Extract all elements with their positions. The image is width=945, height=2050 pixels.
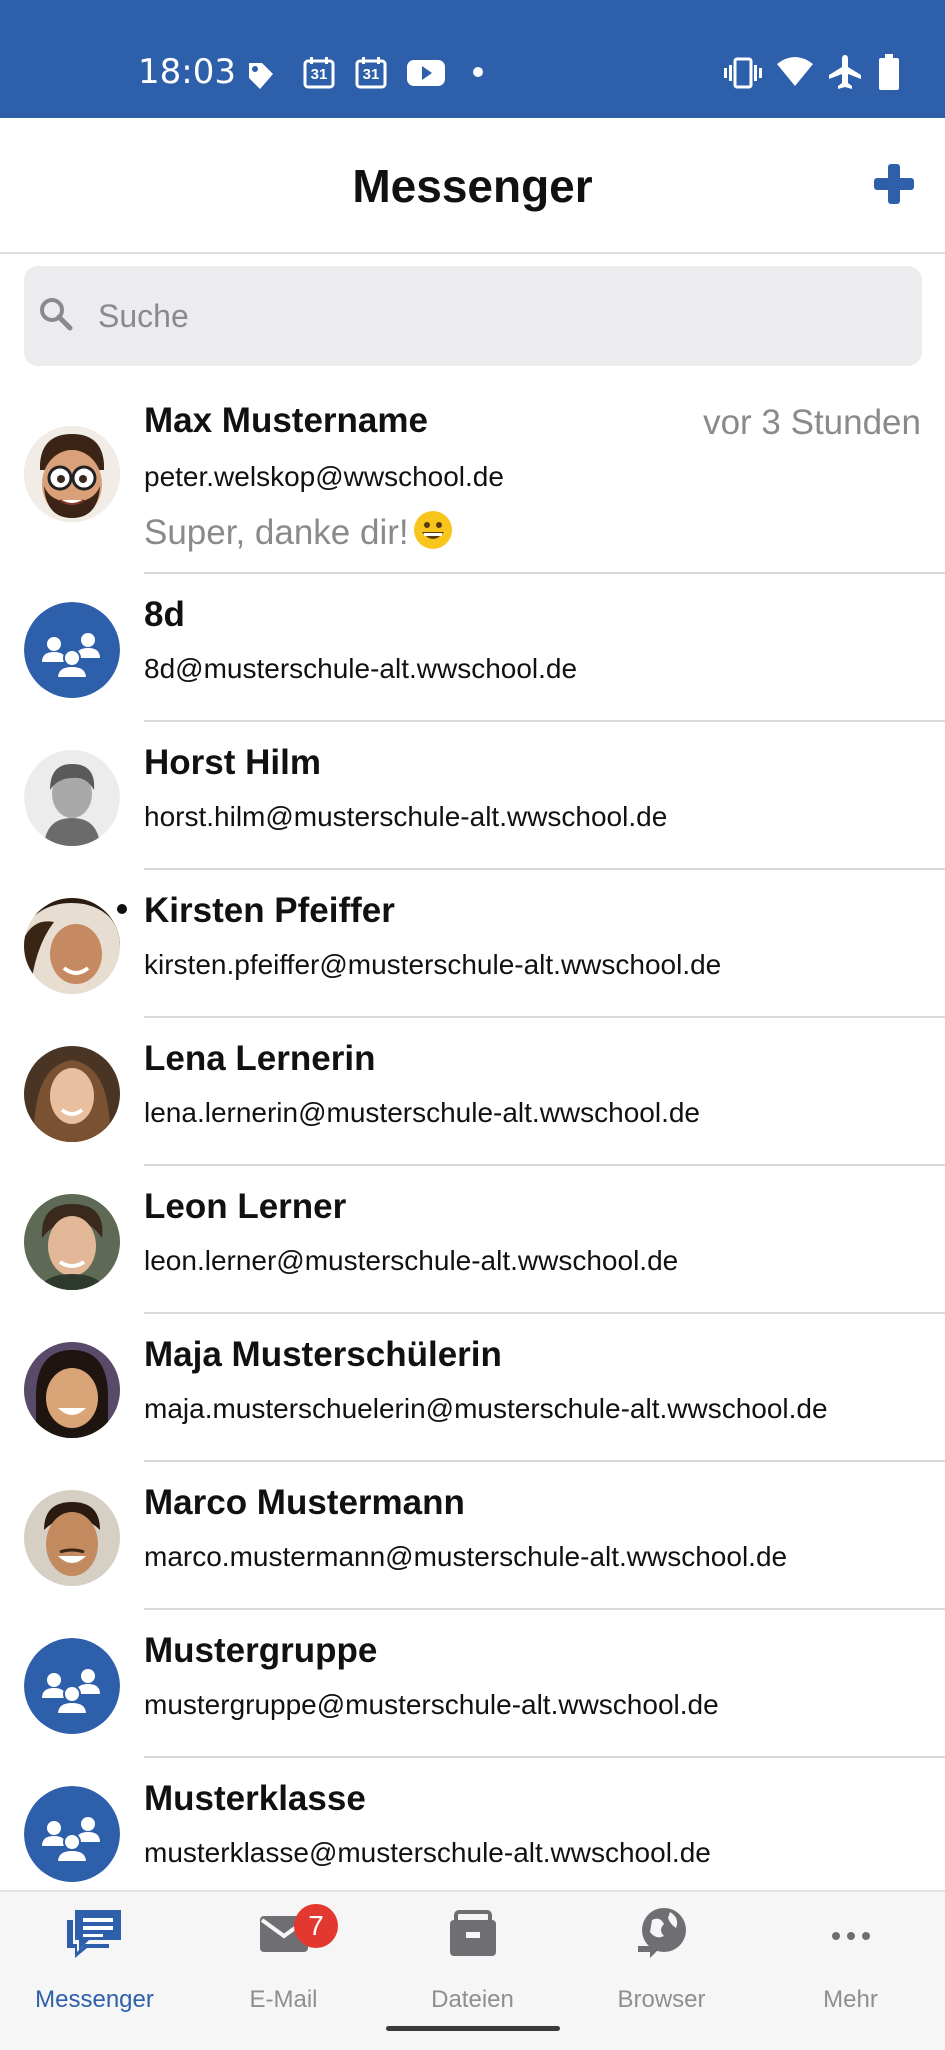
contact-name: Horst Hilm [144,743,321,782]
app-header: Messenger [0,118,945,254]
contact-email: maja.musterschuelerin@musterschule-alt.w… [144,1393,828,1424]
briefcase-icon [449,1910,496,1956]
tag-icon [249,63,273,89]
calendar-day-1: 31 [310,66,328,83]
tab-browser[interactable]: Browser [567,1892,756,2013]
contact-name: Kirsten Pfeiffer [144,891,395,930]
contact-name: Max Mustername [144,401,428,440]
contact-name: Musterklasse [144,1779,366,1818]
dot-icon [473,67,483,77]
conversation-row[interactable]: Mustergruppe mustergruppe@musterschule-a… [0,1610,945,1758]
avatar [24,1046,120,1142]
unread-indicator [117,904,127,914]
plus-icon [874,164,914,204]
group-avatar [24,602,120,698]
conversation-row[interactable]: Maja Musterschülerin maja.musterschueler… [0,1314,945,1462]
contact-name: 8d [144,595,185,634]
conversation-row[interactable]: Leon Lerner leon.lerner@musterschule-alt… [0,1166,945,1314]
conversation-row[interactable]: Marco Mustermann marco.mustermann@muster… [0,1462,945,1610]
tab-files[interactable]: Dateien [378,1892,567,2013]
status-bar: 18:03 31 31 [0,0,945,118]
tab-email[interactable]: 7 E-Mail [189,1892,378,2013]
wifi-icon [777,57,813,86]
globe-icon [637,1908,686,1958]
conversation-row[interactable]: Max Mustername vor 3 Stunden peter.welsk… [0,380,945,574]
chat-icon [66,1910,121,1958]
calendar-day-2: 31 [362,66,380,83]
status-time: 18:03 [138,52,236,92]
tab-label: Messenger [35,1986,154,2013]
contact-email: 8d@musterschule-alt.wwschool.de [144,653,578,684]
group-icon [24,602,120,698]
conversation-row[interactable]: Lena Lernerin lena.lernerin@musterschule… [0,1018,945,1166]
new-chat-button[interactable] [872,162,916,206]
conversation-row[interactable]: Musterklasse musterklasse@musterschule-a… [0,1758,945,1890]
conversation-row[interactable]: 8d 8d@musterschule-alt.wwschool.de [0,574,945,722]
contact-name: Maja Musterschülerin [144,1335,502,1374]
home-indicator[interactable] [386,2026,560,2031]
vibrate-icon [724,57,762,89]
group-avatar [24,1786,120,1882]
avatar [24,898,120,994]
tab-label: Dateien [431,1986,514,2013]
contact-name: Mustergruppe [144,1631,378,1670]
battery-icon [879,54,899,90]
contact-email: lena.lernerin@musterschule-alt.wwschool.… [144,1097,701,1128]
contact-name: Marco Mustermann [144,1483,465,1522]
contact-name: Lena Lernerin [144,1039,376,1078]
tab-label: Browser [617,1986,706,2013]
contact-email: kirsten.pfeiffer@musterschule-alt.wwscho… [144,949,722,980]
group-icon [24,1638,120,1734]
group-icon [24,1786,120,1882]
conversation-list: Max Mustername vor 3 Stunden peter.welsk… [0,380,945,1890]
conversation-timestamp: vor 3 Stunden [703,403,921,442]
search-icon [40,298,73,331]
tab-label: E-Mail [249,1986,318,2013]
contact-email: marco.mustermann@musterschule-alt.wwscho… [144,1541,788,1572]
airplane-icon [829,55,861,89]
group-avatar [24,1638,120,1734]
conversation-row[interactable]: Horst Hilm horst.hilm@musterschule-alt.w… [0,722,945,870]
avatar [24,750,120,846]
more-icon [831,1932,870,1940]
grinning-face-emoji-icon [413,511,452,549]
contact-email: mustergruppe@musterschule-alt.wwschool.d… [144,1689,719,1720]
search-input[interactable] [98,292,878,340]
contact-email: peter.welskop@wwschool.de [144,461,504,492]
avatar [24,1342,120,1438]
conversation-row[interactable]: Kirsten Pfeiffer kirsten.pfeiffer@muster… [0,870,945,1018]
youtube-icon [407,60,445,86]
contact-email: horst.hilm@musterschule-alt.wwschool.de [144,801,668,832]
page-title: Messenger [352,160,593,212]
avatar [24,1194,120,1290]
contact-email: leon.lerner@musterschule-alt.wwschool.de [144,1245,679,1276]
contact-email: musterklasse@musterschule-alt.wwschool.d… [144,1837,711,1868]
tab-more[interactable]: Mehr [756,1892,945,2013]
tab-label: Mehr [823,1986,878,2013]
tab-messenger[interactable]: Messenger [0,1892,189,2013]
message-preview-text: Super, danke dir! [144,513,409,552]
avatar [24,1490,120,1586]
avatar [24,426,120,522]
contact-name: Leon Lerner [144,1187,347,1226]
message-preview: Super, danke dir! [144,510,453,554]
unread-count-badge: 7 [294,1904,338,1948]
